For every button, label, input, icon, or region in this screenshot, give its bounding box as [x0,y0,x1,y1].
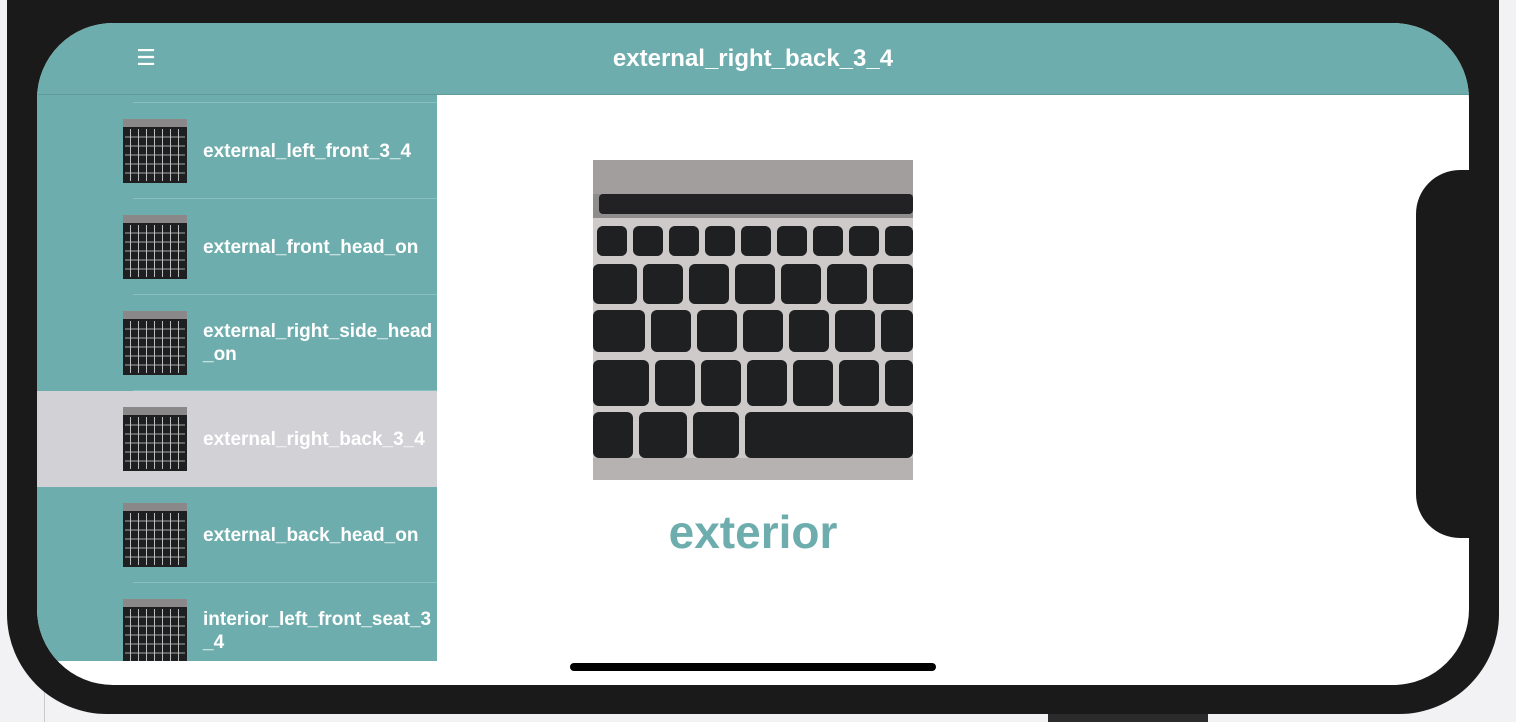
keyboard-thumbnail-icon [123,311,187,375]
page-title: external_right_back_3_4 [612,45,894,72]
phone-notch [1416,170,1499,538]
list-item-label: external_right_side_head_on [203,321,433,365]
keyboard-thumbnail-icon [123,119,187,183]
keyboard-photo-icon [593,160,913,480]
keyboard-thumbnail-icon [123,215,187,279]
list-item[interactable]: external_front_head_on [37,199,437,295]
app-screen: ☰ external_right_back_3_4 external_left_… [37,23,1469,685]
list-item[interactable]: external_left_front_3_4 [37,103,437,199]
list-item-label: external_right_back_3_4 [203,429,425,450]
list-item-label: external_front_head_on [203,237,419,258]
list-item[interactable]: external_right_side_head_on [37,295,437,391]
sidebar-list[interactable]: external_left_front_3_4 external_front_h… [37,95,437,661]
home-indicator[interactable] [570,663,936,671]
navigation-bar: ☰ external_right_back_3_4 [37,23,1469,95]
keyboard-thumbnail-icon [123,407,187,471]
list-item-label: interior_left_front_seat_3_4 [203,609,432,653]
keyboard-thumbnail-icon [123,599,187,661]
keyboard-thumbnail-icon [123,503,187,567]
list-item-label: external_back_head_on [203,525,419,546]
list-item-label: external_left_front_3_4 [203,141,412,162]
list-item-selected[interactable]: external_right_back_3_4 [37,391,437,487]
list-item[interactable]: interior_left_front_seat_3_4 [37,583,437,661]
list-item[interactable]: external_back_head_on [37,487,437,583]
category-caption: exterior [668,506,838,558]
